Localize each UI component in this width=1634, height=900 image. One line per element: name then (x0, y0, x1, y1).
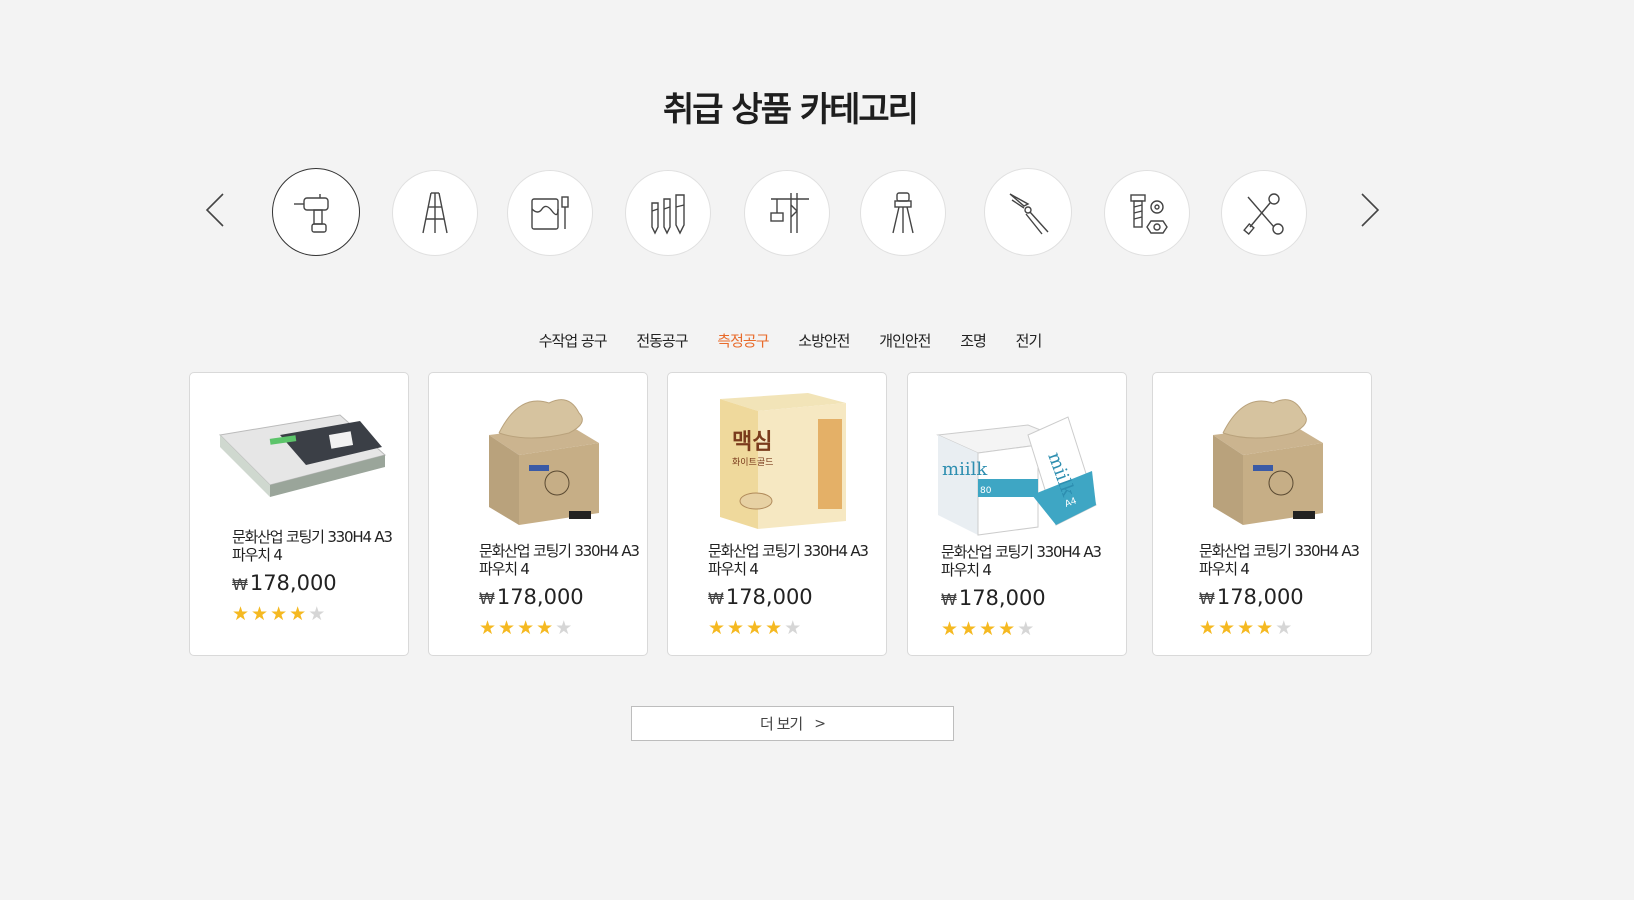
star-filled-icon: ★ (517, 617, 537, 639)
rating-stars: ★★★★★ (941, 618, 1036, 640)
category-carousel (0, 168, 1634, 258)
category-ladder[interactable] (392, 170, 478, 256)
drill-icon (294, 194, 329, 233)
crane-icon (770, 193, 809, 233)
star-filled-icon: ★ (708, 617, 728, 639)
more-button[interactable]: 더 보기 > (631, 706, 954, 741)
product-image-paper-box: miilk 80 miilk A4 (936, 416, 1097, 536)
tab-power-tools[interactable]: 전동공구 (636, 330, 688, 351)
tab-electric[interactable]: 전기 (1016, 330, 1043, 351)
paper-brand-text: miilk (942, 459, 988, 480)
paper-weight-text: 80 (980, 486, 992, 496)
category-screw-nut[interactable] (1104, 170, 1190, 256)
star-filled-icon: ★ (479, 617, 499, 639)
coffee-sub-text: 화이트골드 (732, 457, 773, 468)
ladder-icon (422, 192, 448, 234)
tab-personal-safety[interactable]: 개인안전 (879, 330, 931, 351)
star-filled-icon: ★ (727, 617, 747, 639)
category-crane[interactable] (744, 170, 830, 256)
star-filled-icon: ★ (960, 618, 980, 640)
tab-fire-safety[interactable]: 소방안전 (798, 330, 850, 351)
section-title: 취급 상품 카테고리 (663, 90, 919, 130)
rating-stars: ★★★★★ (479, 617, 574, 639)
star-filled-icon: ★ (765, 617, 785, 639)
tripod-icon (892, 192, 914, 234)
category-wrench[interactable] (1221, 170, 1307, 256)
star-filled-icon: ★ (251, 603, 271, 625)
star-empty-icon: ★ (308, 603, 328, 625)
product-name: 문화산업 코팅기 330H4 A3 파우치 4 (232, 528, 393, 564)
product-card[interactable]: 맥심 화이트골드 문화산업 코팅기 330H4 A3 파우치 4 ₩178,00… (667, 372, 887, 656)
product-image-tissue-box (489, 399, 599, 525)
pliers-icon (1009, 193, 1049, 235)
rating-stars: ★★★★★ (232, 603, 327, 625)
product-card[interactable]: 문화산업 코팅기 330H4 A3 파우치 4 ₩178,000 ★★★★★ (189, 372, 409, 656)
category-tabs: 수작업 공구 전동공구 측정공구 소방안전 개인안전 조명 전기 (0, 330, 1580, 351)
product-price: ₩178,000 (1199, 585, 1304, 609)
category-tripod[interactable] (860, 170, 946, 256)
product-card[interactable]: 문화산업 코팅기 330H4 A3 파우치 4 ₩178,000 ★★★★★ (1152, 372, 1372, 656)
star-filled-icon: ★ (1237, 617, 1257, 639)
star-filled-icon: ★ (536, 617, 556, 639)
wrench-screwdriver-icon (1243, 193, 1284, 235)
tab-measuring-tools[interactable]: 측정공구 (717, 330, 769, 351)
rating-stars: ★★★★★ (1199, 617, 1294, 639)
product-card[interactable]: 문화산업 코팅기 330H4 A3 파우치 4 ₩178,000 ★★★★★ (428, 372, 648, 656)
product-name: 문화산업 코팅기 330H4 A3 파우치 4 (708, 542, 869, 578)
product-name: 문화산업 코팅기 330H4 A3 파우치 4 (941, 543, 1102, 579)
product-card[interactable]: miilk 80 miilk A4 문화산업 코팅기 330H4 A3 파우치 … (907, 372, 1127, 656)
star-filled-icon: ★ (746, 617, 766, 639)
screw-nut-icon (1130, 194, 1168, 234)
chevron-right-icon: > (814, 715, 826, 732)
product-name: 문화산업 코팅기 330H4 A3 파우치 4 (1199, 542, 1360, 578)
product-price: ₩178,000 (708, 585, 813, 609)
star-filled-icon: ★ (498, 617, 518, 639)
star-filled-icon: ★ (941, 618, 961, 640)
star-empty-icon: ★ (784, 617, 804, 639)
product-name: 문화산업 코팅기 330H4 A3 파우치 4 (479, 542, 640, 578)
more-button-label: 더 보기 (760, 715, 803, 733)
star-filled-icon: ★ (289, 603, 309, 625)
product-image-coffee-box: 맥심 화이트골드 (720, 393, 846, 529)
star-filled-icon: ★ (232, 603, 252, 625)
star-filled-icon: ★ (270, 603, 290, 625)
product-image-laminator (218, 414, 387, 497)
product-price: ₩178,000 (479, 585, 584, 609)
star-empty-icon: ★ (1017, 618, 1037, 640)
category-drill[interactable] (272, 168, 360, 256)
category-paint[interactable] (507, 170, 593, 256)
category-bolts[interactable] (625, 170, 711, 256)
star-filled-icon: ★ (1199, 617, 1219, 639)
product-price: ₩178,000 (232, 571, 337, 595)
product-price: ₩178,000 (941, 586, 1046, 610)
product-image-tissue-box (1213, 399, 1323, 525)
bolts-icon (651, 194, 685, 235)
tab-lighting[interactable]: 조명 (960, 330, 987, 351)
star-empty-icon: ★ (555, 617, 575, 639)
star-filled-icon: ★ (998, 618, 1018, 640)
star-empty-icon: ★ (1275, 617, 1295, 639)
rating-stars: ★★★★★ (708, 617, 803, 639)
star-filled-icon: ★ (1218, 617, 1238, 639)
tab-manual-tools[interactable]: 수작업 공구 (539, 330, 608, 351)
category-pliers[interactable] (984, 168, 1072, 256)
star-filled-icon: ★ (1256, 617, 1276, 639)
star-filled-icon: ★ (979, 618, 999, 640)
coffee-brand-text: 맥심 (732, 430, 772, 455)
paint-bucket-icon (531, 196, 569, 230)
